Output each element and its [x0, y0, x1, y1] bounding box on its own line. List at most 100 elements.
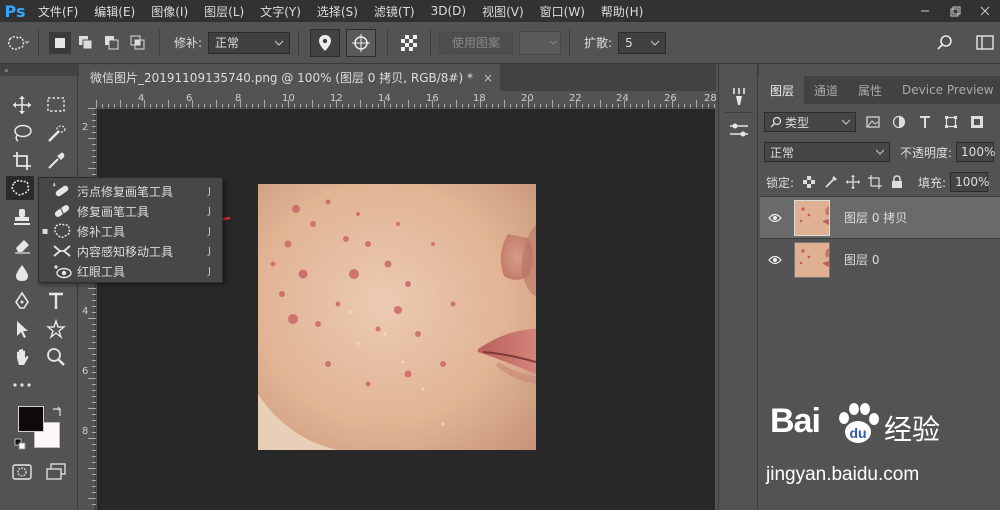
horizontal-ruler[interactable]: 4 6 8 10 12 14 16 18 20 22 24 26 28: [96, 92, 717, 108]
source-button[interactable]: [310, 28, 341, 57]
adjustments-icon[interactable]: [728, 119, 750, 141]
workspace-icon[interactable]: [972, 30, 998, 56]
menu-help[interactable]: 帮助(H): [593, 3, 651, 20]
lock-artboard-icon[interactable]: [866, 173, 884, 191]
brush-settings-icon[interactable]: [728, 86, 750, 108]
custom-shape-tool[interactable]: [42, 317, 70, 341]
tab-device-preview[interactable]: Device Preview: [892, 76, 1000, 104]
healing-tool-group[interactable]: [6, 176, 34, 200]
quick-mask-button[interactable]: [8, 460, 36, 484]
chevron-down-icon: [550, 40, 558, 45]
foreground-color-swatch[interactable]: [18, 406, 44, 432]
eye-visibility-icon[interactable]: [760, 213, 790, 223]
tool-preset-picker[interactable]: [4, 30, 30, 56]
type-tool[interactable]: [42, 289, 70, 313]
add-to-selection-button[interactable]: [75, 32, 97, 54]
crop-tool[interactable]: [8, 149, 36, 173]
patch-mode-select[interactable]: 正常: [208, 31, 291, 54]
clone-stamp-icon: [14, 209, 30, 225]
filter-smart-object-icon[interactable]: [968, 113, 986, 131]
toolbox-collapse-strip[interactable]: «: [0, 64, 79, 76]
lock-position-icon[interactable]: [844, 173, 862, 191]
menu-layer[interactable]: 图层(L): [196, 3, 252, 20]
menu-3d[interactable]: 3D(D): [423, 4, 474, 18]
flyout-item-selected[interactable]: ▪ 修补工具 J: [39, 221, 224, 241]
stamp-tool[interactable]: [8, 205, 36, 229]
use-pattern-button[interactable]: 使用图案: [439, 31, 514, 54]
ruler-h-label: 18: [473, 93, 486, 104]
marquee-tool[interactable]: [42, 93, 70, 117]
ruler-v-label: 8: [82, 426, 89, 437]
filter-adjustment-icon[interactable]: [890, 113, 908, 131]
restore-icon[interactable]: [940, 0, 970, 22]
ruler-v-label: 2: [82, 122, 89, 133]
blend-mode-select[interactable]: 正常: [764, 142, 890, 162]
menu-filter[interactable]: 滤镜(T): [366, 3, 423, 20]
watermark-url: jingyan.baidu.com: [766, 464, 920, 485]
intersect-selection-button[interactable]: [127, 32, 149, 54]
swap-colors-icon[interactable]: [50, 404, 64, 418]
layer-row[interactable]: 图层 0: [760, 238, 1000, 280]
document-title: 微信图片_20191109135740.png @ 100% (图层 0 拷贝,…: [90, 71, 473, 85]
tab-channels[interactable]: 通道: [804, 76, 848, 104]
menu-type[interactable]: 文字(Y): [252, 3, 309, 20]
tab-properties[interactable]: 属性: [848, 76, 892, 104]
menu-edit[interactable]: 编辑(E): [86, 3, 143, 20]
opacity-label: 不透明度:: [900, 145, 953, 160]
subtract-from-selection-button[interactable]: [101, 32, 123, 54]
new-selection-button[interactable]: [49, 31, 71, 54]
spread-select[interactable]: 5: [618, 31, 667, 54]
document-tab[interactable]: 微信图片_20191109135740.png @ 100% (图层 0 拷贝,…: [80, 64, 500, 91]
eraser-tool[interactable]: [8, 233, 36, 257]
lock-pixels-icon[interactable]: [822, 173, 840, 191]
flyout-item[interactable]: 污点修复画笔工具 J: [39, 181, 224, 201]
opacity-input[interactable]: 100%: [956, 142, 995, 162]
hand-tool[interactable]: [8, 345, 36, 369]
zoom-tool[interactable]: [42, 345, 70, 369]
menu-window[interactable]: 窗口(W): [532, 3, 593, 20]
layer-thumbnail: [794, 241, 830, 278]
screen-mode-button[interactable]: [42, 460, 70, 484]
close-window-icon[interactable]: [970, 0, 1000, 22]
layer-thumbnail: [794, 199, 830, 236]
close-tab-icon[interactable]: ×: [483, 71, 493, 85]
ruler-origin[interactable]: [80, 92, 96, 108]
pen-tool[interactable]: [8, 289, 36, 313]
quick-selection-tool[interactable]: [42, 121, 70, 145]
vertical-ruler[interactable]: 2 4 6 8: [80, 108, 96, 510]
crosshair-target-icon: [352, 33, 371, 52]
transparent-button[interactable]: [398, 32, 420, 54]
filter-type-icon[interactable]: [916, 113, 934, 131]
filter-pixel-icon[interactable]: [864, 113, 882, 131]
content-aware-move-icon: [51, 242, 73, 260]
move-tool[interactable]: [8, 93, 36, 117]
lock-all-icon[interactable]: [888, 173, 906, 191]
minimize-icon[interactable]: [910, 0, 940, 22]
path-selection-tool[interactable]: [8, 317, 36, 341]
filter-shape-icon[interactable]: [942, 113, 960, 131]
lock-transparent-icon[interactable]: [800, 173, 818, 191]
fill-input[interactable]: 100%: [950, 172, 989, 192]
edit-toolbar-button[interactable]: [8, 373, 36, 397]
watermark-brand-cn: 经验: [884, 413, 941, 446]
pattern-picker[interactable]: [519, 30, 562, 55]
layer-kind-filter[interactable]: 类型: [764, 112, 856, 132]
blur-tool[interactable]: [8, 261, 36, 285]
layer-row-selected[interactable]: 图层 0 拷贝: [760, 196, 1000, 238]
move-icon: [13, 96, 31, 114]
destination-button[interactable]: [346, 28, 377, 57]
menu-file[interactable]: 文件(F): [30, 3, 86, 20]
eye-visibility-icon[interactable]: [760, 255, 790, 265]
menu-image[interactable]: 图像(I): [143, 3, 196, 20]
menu-select[interactable]: 选择(S): [309, 3, 366, 20]
eyedropper-tool[interactable]: [42, 149, 70, 173]
face-photo[interactable]: [258, 184, 536, 450]
flyout-item[interactable]: 红眼工具 J: [39, 261, 224, 281]
menu-view[interactable]: 视图(V): [474, 3, 532, 20]
lasso-tool[interactable]: [8, 121, 36, 145]
flyout-item[interactable]: 内容感知移动工具 J: [39, 241, 224, 261]
tab-layers[interactable]: 图层: [760, 76, 805, 104]
search-icon[interactable]: [932, 30, 958, 56]
flyout-item[interactable]: 修复画笔工具 J: [39, 201, 224, 221]
default-colors-icon[interactable]: [12, 436, 28, 452]
